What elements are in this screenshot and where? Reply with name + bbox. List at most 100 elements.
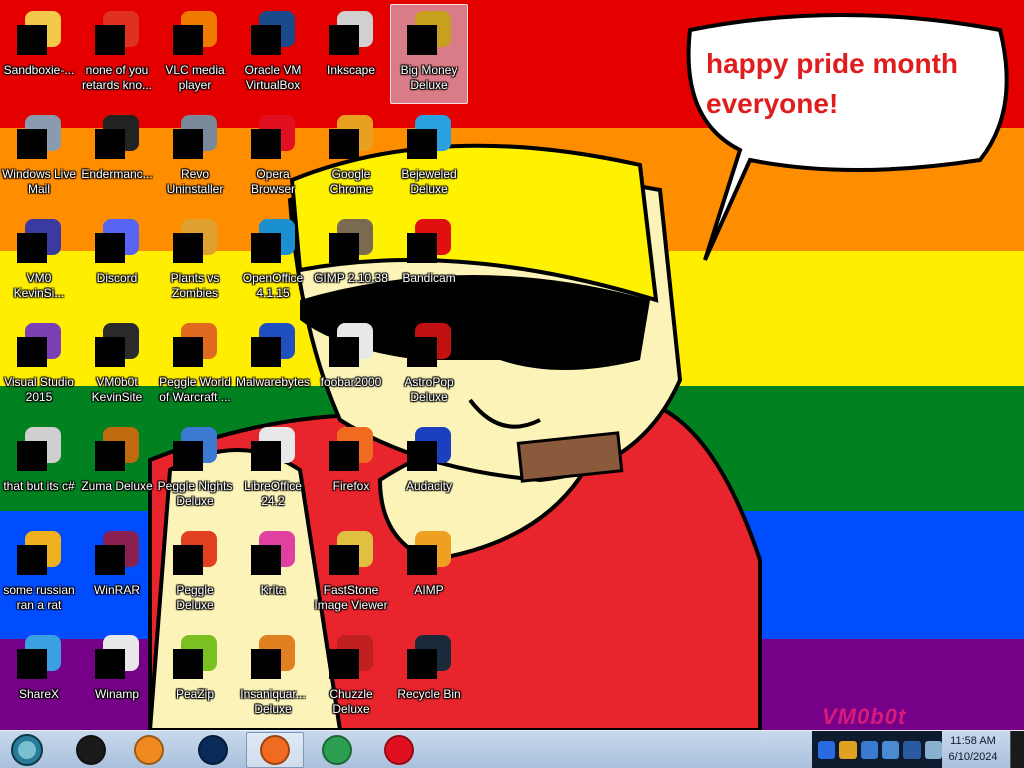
audacity-icon [405,425,453,473]
desktop-icon-label: Peggle World of Warcraft ... [159,375,231,404]
shield-tray-icon[interactable] [860,741,878,759]
desktop-icon[interactable]: Big Money Deluxe [390,4,468,104]
desktop-icon-label: Chuzzle Deluxe [329,687,373,716]
taskbar-app-opera[interactable] [370,732,428,768]
taskbar-app-terminal[interactable] [62,732,120,768]
desktop-icon[interactable]: Krita [234,524,312,624]
taskbar-app-chrome[interactable] [308,732,366,768]
desktop-icon[interactable]: Opera Browser [234,108,312,208]
redaction-box [17,441,47,471]
desktop-icon[interactable]: Zuma Deluxe [78,420,156,520]
desktop-icon[interactable]: VM0b0t KevinSite [78,316,156,416]
malwarebytes-icon [249,321,297,369]
opera-icon [384,735,414,765]
redaction-box [329,649,359,679]
redaction-box [17,337,47,367]
desktop-icon[interactable]: AstroPop Deluxe [390,316,468,416]
desktop-icon[interactable]: Oracle VM VirtualBox [234,4,312,104]
show-desktop-button[interactable] [1010,731,1024,768]
desktop-icon-label: none of you retards kno... [81,63,153,92]
desktop-icon[interactable]: ShareX [0,628,78,728]
redaction-box [17,129,47,159]
redaction-box [251,233,281,263]
desktop-icon[interactable]: Revo Uninstaller [156,108,234,208]
taskbar-app-media[interactable] [120,732,178,768]
redaction-box [17,25,47,55]
desktop-icon[interactable]: WinRAR [78,524,156,624]
desktop-icon-label: Discord [96,271,138,285]
desktop-icon-label: Bejeweled Deluxe [401,167,457,196]
redaction-box [329,129,359,159]
desktop-icon[interactable]: foobar2000 [312,316,390,416]
desktop-icon-label: Audacity [405,479,453,493]
dark-window-icon [76,735,106,765]
desktop-icon[interactable]: Peggle Nights Deluxe [156,420,234,520]
globe-icon [198,735,228,765]
redaction-box [329,233,359,263]
media-player-icon [134,735,164,765]
desktop-icon[interactable]: Windows Live Mail [0,108,78,208]
start-button[interactable] [6,732,48,768]
desktop-icon[interactable]: Plants vs Zombies [156,212,234,312]
virtualbox-icon [249,9,297,57]
bejeweled-icon [405,113,453,161]
desktop-icon[interactable]: Bejeweled Deluxe [390,108,468,208]
desktop-icon[interactable]: Bandicam [390,212,468,312]
desktop-icon[interactable]: Insaniquar... Deluxe [234,628,312,728]
redaction-box [407,545,437,575]
desktop-icon[interactable]: Visual Studio 2015 [0,316,78,416]
speech-bubble-text: happy pride month everyone! [706,44,996,124]
desktop-icon[interactable]: Sandboxie-... [0,4,78,104]
redaction-box [173,545,203,575]
clock[interactable]: 11:58 AM 6/10/2024 [942,733,1004,767]
redaction-box [329,25,359,55]
zuma-icon [93,425,141,473]
desktop-icon[interactable]: GIMP 2.10.38 [312,212,390,312]
desktop-icon[interactable]: Endermanc... [78,108,156,208]
desktop-icon[interactable]: PeaZip [156,628,234,728]
desktop-icon[interactable]: AIMP [390,524,468,624]
desktop-icon[interactable]: LibreOffice 24.2 [234,420,312,520]
desktop-icon-label: AstroPop Deluxe [404,375,454,404]
gimp-icon [327,217,375,265]
desktop-icon[interactable]: Chuzzle Deluxe [312,628,390,728]
desktop-icon[interactable]: FastStone Image Viewer [312,524,390,624]
opera-icon [249,113,297,161]
taskbar-app-firefox[interactable] [246,732,304,768]
volume-tray-icon[interactable] [924,741,942,759]
desktop-icon[interactable]: some russian ran a rat [0,524,78,624]
desktop-icon-label: Zuma Deluxe [81,479,153,493]
libreoffice-icon [249,425,297,473]
desktop-icon[interactable]: Peggle World of Warcraft ... [156,316,234,416]
desktop-icon[interactable]: VM0 KevinSi... [0,212,78,312]
windows-live-mail-icon [15,113,63,161]
redaction-box [173,441,203,471]
desktop-icon[interactable]: Peggle Deluxe [156,524,234,624]
taskbar-app-globe[interactable] [184,732,242,768]
desktop-icon[interactable]: Discord [78,212,156,312]
disc-icon [93,9,141,57]
desktop-icon-label: Revo Uninstaller [166,167,224,196]
network-tray-icon[interactable] [881,741,900,759]
pvz-icon [171,217,219,265]
desktop-icon[interactable]: Malwarebytes [234,316,312,416]
chrome-tray-icon[interactable] [839,741,857,759]
desktop-icon[interactable]: Google Chrome [312,108,390,208]
desktop-icon[interactable]: Winamp [78,628,156,728]
desktop-icon-label: Inkscape [326,63,376,77]
desktop-icon[interactable]: Firefox [312,420,390,520]
desktop-icon[interactable]: that but its c# [0,420,78,520]
redaction-box [251,25,281,55]
display-tray-icon[interactable] [903,741,921,759]
desktop-icon[interactable]: Inkscape [312,4,390,104]
desktop-icon-label: Opera Browser [250,167,295,196]
malwarebytes-tray-icon[interactable] [818,741,836,759]
desktop-icon[interactable]: Recycle Bin [390,628,468,728]
desktop-icon[interactable]: none of you retards kno... [78,4,156,104]
desktop-icon[interactable]: Audacity [390,420,468,520]
desktop-icon[interactable]: OpenOffice 4.1.15 [234,212,312,312]
desktop-icon-label: Winamp [94,687,139,701]
redaction-box [251,649,281,679]
desktop-icon-label: Bandicam [402,271,456,285]
desktop-icon[interactable]: VLC media player [156,4,234,104]
